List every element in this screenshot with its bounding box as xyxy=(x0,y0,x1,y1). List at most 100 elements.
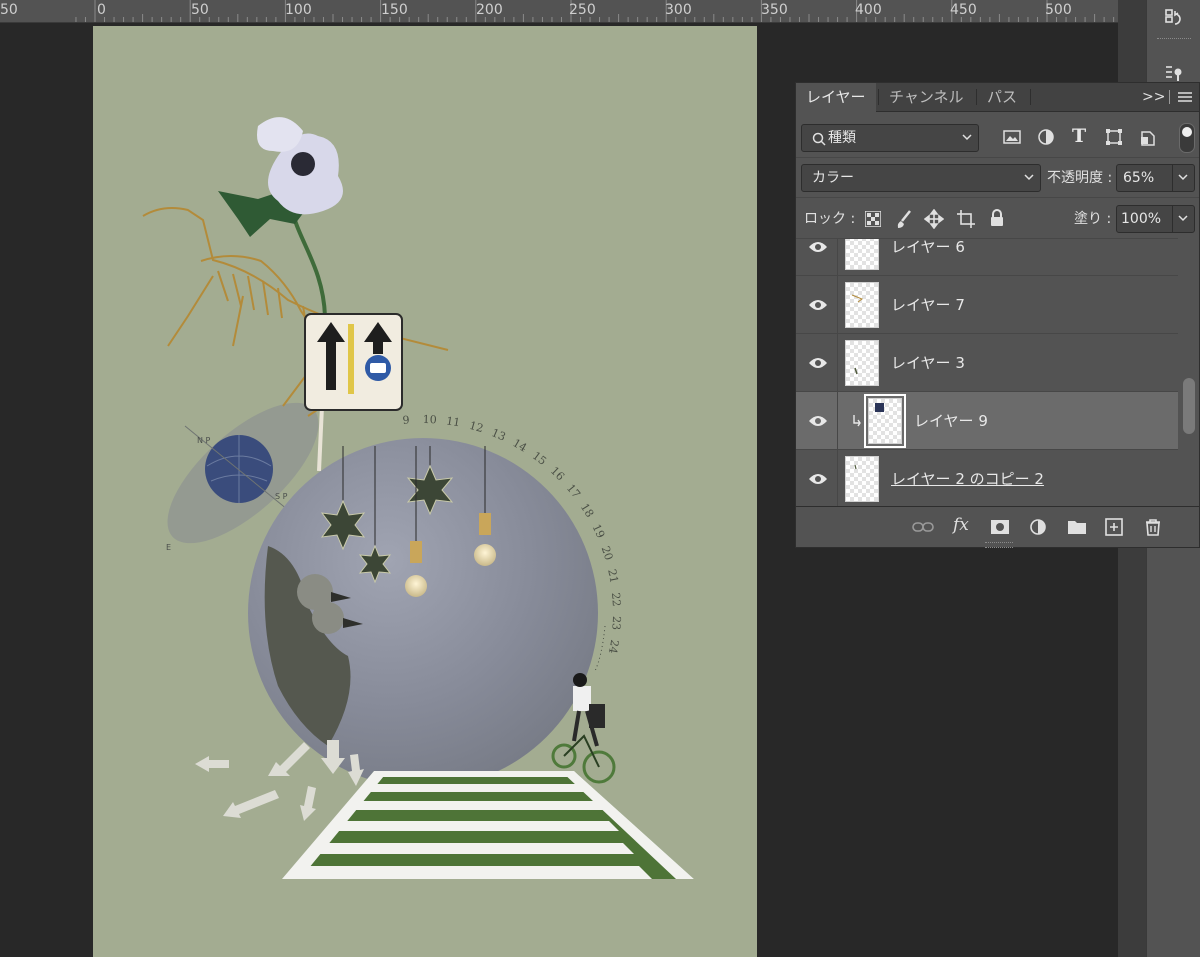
layer-name: レイヤー 7 xyxy=(891,296,965,314)
collapse-button[interactable]: >> xyxy=(1142,83,1165,111)
layer-thumbnail xyxy=(845,340,879,386)
thumbnail-content xyxy=(854,367,858,375)
ruler-label: 450 xyxy=(950,2,977,18)
clock-number: 22 xyxy=(609,592,623,607)
ruler-label: 50 xyxy=(191,2,209,18)
ruler-label: 400 xyxy=(855,2,882,18)
layer-name: レイヤー 3 xyxy=(891,354,965,372)
clock-number: 18 xyxy=(578,501,596,520)
chevron-down-icon[interactable] xyxy=(1178,174,1188,181)
trash-icon[interactable] xyxy=(1142,517,1164,537)
thumbnail-content xyxy=(854,464,857,470)
layer-thumbnail xyxy=(845,456,879,502)
lock-move-icon[interactable] xyxy=(924,209,944,229)
panel-menu-icon[interactable] xyxy=(1178,91,1192,103)
ruler-label: 250 xyxy=(569,2,596,18)
filter-value: 種類 xyxy=(828,130,856,146)
lock-transparent-icon[interactable] xyxy=(865,211,881,227)
new-layer-icon[interactable] xyxy=(1103,517,1125,537)
link-icon[interactable] xyxy=(912,517,934,537)
eye-icon[interactable] xyxy=(808,356,828,370)
clock-number: 19 xyxy=(590,522,608,540)
clock-number: 9 xyxy=(402,413,410,427)
tab-separator xyxy=(1030,89,1031,105)
chevron-down-icon xyxy=(962,134,972,141)
clock-number: 17 xyxy=(564,482,583,501)
panel-tab-bar: レイヤー チャンネル パス >> xyxy=(796,83,1199,112)
layer-row-selected[interactable]: レイヤー 9 xyxy=(796,392,1178,450)
filter-type-icon[interactable]: T xyxy=(1072,125,1086,147)
ruler-label: 150 xyxy=(381,2,408,18)
lock-all-icon[interactable] xyxy=(989,209,1005,227)
blend-mode-value: カラー xyxy=(812,170,854,186)
thumbnail-content xyxy=(875,403,884,412)
clock-number: 23 xyxy=(609,616,623,631)
eye-icon[interactable] xyxy=(808,472,828,486)
toggle-knob xyxy=(1182,127,1192,137)
filter-smartobject-icon[interactable] xyxy=(1139,128,1157,146)
layer-list-scrollbar[interactable] xyxy=(1179,242,1199,508)
layer-list: レイヤー 6 レイヤー 7 レイヤー 3 レイヤー 9 レイヤー 2 のコピー … xyxy=(796,238,1178,509)
traffic-sign xyxy=(304,313,403,411)
scattered-arrows xyxy=(195,740,364,821)
strip-divider xyxy=(1157,38,1191,41)
opacity-field[interactable]: 65% xyxy=(1116,164,1195,192)
divider xyxy=(796,197,1199,198)
folder-icon[interactable] xyxy=(1066,517,1088,537)
tab-layers[interactable]: レイヤー xyxy=(796,83,876,112)
ruler-label: 500 xyxy=(1045,2,1072,18)
clock-number: 16 xyxy=(548,464,567,483)
lock-label: ロック : xyxy=(804,211,856,227)
scrollbar-thumb[interactable] xyxy=(1183,378,1195,434)
filter-adjustment-icon[interactable] xyxy=(1037,128,1055,146)
clock-number: 21 xyxy=(605,568,620,584)
filter-pixel-icon[interactable] xyxy=(1003,129,1021,145)
layer-thumbnail xyxy=(845,239,879,270)
ruler-label: 50 xyxy=(0,2,18,18)
mask-icon[interactable] xyxy=(989,517,1011,537)
opacity-value: 65% xyxy=(1123,170,1155,186)
tab-separator xyxy=(1169,90,1170,104)
globe-label-np: N P xyxy=(197,436,211,445)
ruler-label: 200 xyxy=(476,2,503,18)
tab-channels[interactable]: チャンネル xyxy=(879,83,974,111)
field-divider xyxy=(1172,206,1173,232)
fill-label: 塗り : xyxy=(1074,211,1112,227)
panel-resize-grip[interactable] xyxy=(985,542,1013,548)
lock-artboard-icon[interactable] xyxy=(956,209,976,229)
tab-paths[interactable]: パス xyxy=(977,83,1027,111)
layer-name: レイヤー 9 xyxy=(914,412,988,430)
thumbnail-content xyxy=(851,294,864,303)
lock-paint-icon[interactable] xyxy=(895,209,913,229)
clock-number: 10 xyxy=(422,413,436,426)
fx-icon[interactable]: fx xyxy=(953,515,969,535)
document-canvas[interactable]: N P S P E 9 10 11 12 13 14 15 16 17 18 1… xyxy=(93,26,757,957)
filter-shape-icon[interactable] xyxy=(1105,128,1123,146)
horizontal-ruler[interactable]: 50 0 50 100 150 200 250 300 350 400 450 … xyxy=(0,0,1118,23)
ruler-label: 350 xyxy=(761,2,788,18)
filter-toggle[interactable] xyxy=(1179,123,1195,153)
layer-filter-select[interactable]: 種類 xyxy=(801,124,979,152)
globe-label-e: E xyxy=(166,543,171,552)
eye-icon[interactable] xyxy=(808,298,828,312)
history-icon[interactable] xyxy=(1159,4,1189,34)
ruler-label: 300 xyxy=(665,2,692,18)
field-divider xyxy=(1172,165,1173,191)
blend-mode-select[interactable]: カラー xyxy=(801,164,1041,192)
clock-number: 15 xyxy=(530,449,549,468)
clock-number: 13 xyxy=(490,426,508,443)
collage-artwork: N P S P E 9 10 11 12 1314151617181920212… xyxy=(142,117,694,879)
adjustment-icon[interactable] xyxy=(1028,517,1050,537)
chevron-down-icon[interactable] xyxy=(1178,215,1188,222)
layer-row[interactable]: レイヤー 3 xyxy=(796,334,1178,392)
layer-thumbnail xyxy=(864,394,906,448)
fill-field[interactable]: 100% xyxy=(1116,205,1195,233)
clock-number: 12 xyxy=(468,419,485,435)
eye-icon[interactable] xyxy=(808,414,828,428)
layer-row[interactable]: レイヤー 7 xyxy=(796,276,1178,334)
layer-row[interactable]: レイヤー 2 のコピー 2 xyxy=(796,450,1178,508)
layer-name: レイヤー 2 のコピー 2 xyxy=(891,470,1044,488)
eye-icon[interactable] xyxy=(808,240,828,254)
layers-panel: レイヤー チャンネル パス >> 種類 T カラー 不透明度 : 65% ロック… xyxy=(795,82,1200,548)
layer-row[interactable]: レイヤー 6 xyxy=(796,239,1178,276)
